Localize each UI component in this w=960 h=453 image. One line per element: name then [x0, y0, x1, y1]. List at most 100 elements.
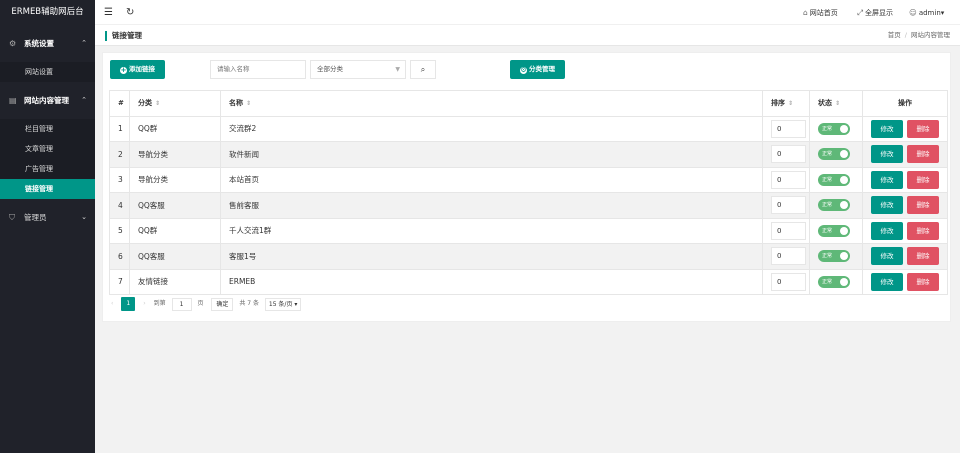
- edit-button[interactable]: 修改: [871, 170, 903, 189]
- row-index: 5: [109, 217, 130, 244]
- row-index: 4: [109, 192, 130, 219]
- current-page[interactable]: 1: [121, 297, 136, 311]
- chevron-up-icon: ⌃: [81, 96, 87, 104]
- sidebar-group-system-settings[interactable]: ⚙ 系统设置 ⌃: [0, 25, 95, 62]
- add-link-button[interactable]: + 添加链接: [110, 60, 165, 79]
- toggle-knob: [840, 150, 848, 159]
- delete-button[interactable]: 删除: [907, 196, 939, 215]
- gear-icon: ⚙: [9, 39, 17, 48]
- row-status-cell: 正常: [809, 243, 863, 270]
- edit-button[interactable]: 修改: [871, 221, 903, 240]
- page-size-select[interactable]: 15 条/页 ▾: [264, 297, 302, 311]
- sidebar: ERMEB辅助网后台 ⚙ 系统设置 ⌃ 网站设置 ▤ 网站内容管理 ⌃ 栏目管理…: [0, 0, 95, 453]
- delete-button[interactable]: 删除: [907, 221, 939, 240]
- breadcrumb-home[interactable]: 首页: [888, 31, 901, 39]
- status-toggle[interactable]: 正常: [818, 173, 850, 186]
- category-select-value: 全部分类: [317, 65, 343, 73]
- sort-icon[interactable]: ⇕: [155, 100, 160, 107]
- row-category: 友情链接: [129, 268, 221, 295]
- status-toggle[interactable]: 正常: [818, 250, 850, 263]
- site-home-link[interactable]: ⌂ 网站首页: [803, 0, 838, 25]
- column-header-name[interactable]: 名称 ⇕: [220, 90, 763, 117]
- breadcrumb-current: 网站内容管理: [911, 31, 950, 39]
- delete-button[interactable]: 删除: [907, 170, 939, 189]
- category-manage-label: 分类管理: [529, 65, 555, 73]
- delete-button[interactable]: 删除: [907, 272, 939, 291]
- sort-icon[interactable]: ⇕: [835, 100, 840, 107]
- row-actions: 修改 删除: [862, 192, 948, 219]
- sort-icon[interactable]: ⇕: [246, 100, 251, 107]
- edit-button[interactable]: 修改: [871, 272, 903, 291]
- status-toggle[interactable]: 正常: [818, 199, 850, 212]
- menu-toggle-icon[interactable]: ☰: [104, 0, 113, 25]
- status-toggle[interactable]: 正常: [818, 275, 850, 288]
- category-manage-button[interactable]: ⚙ 分类管理: [510, 60, 565, 79]
- table-row: 5 QQ群 千人交流1群 0 正常 修改 删除: [109, 217, 948, 244]
- sort-icon[interactable]: ⇕: [788, 100, 793, 107]
- sidebar-item-articles[interactable]: 文章管理: [0, 139, 95, 159]
- order-input[interactable]: 0: [771, 119, 806, 138]
- table-header-row: # 分类 ⇕ 名称 ⇕ 排序 ⇕ 状态 ⇕ 操作: [109, 90, 948, 117]
- sidebar-submenu-system: 网站设置: [0, 62, 95, 82]
- delete-button[interactable]: 删除: [907, 119, 939, 138]
- search-icon: ⌕: [420, 65, 426, 74]
- sidebar-item-site-settings[interactable]: 网站设置: [0, 62, 95, 82]
- page-title: 链接管理: [105, 31, 142, 41]
- row-status-cell: 正常: [809, 217, 863, 244]
- row-index: 6: [109, 243, 130, 270]
- toggle-knob: [840, 124, 848, 133]
- edit-button[interactable]: 修改: [871, 119, 903, 138]
- column-header-status[interactable]: 状态 ⇕: [809, 90, 863, 117]
- row-category: QQ客服: [129, 243, 221, 270]
- toggle-knob: [840, 252, 848, 261]
- order-input[interactable]: 0: [771, 221, 806, 240]
- order-input[interactable]: 0: [771, 272, 806, 291]
- edit-button[interactable]: 修改: [871, 145, 903, 164]
- column-header-label: 名称: [229, 99, 243, 108]
- sidebar-group-label: 管理员: [24, 213, 47, 222]
- sidebar-group-admin[interactable]: ⛉ 管理员 ⌄: [0, 199, 95, 236]
- column-header-label: 排序: [771, 99, 785, 108]
- column-header-category[interactable]: 分类 ⇕: [129, 90, 221, 117]
- plus-icon: +: [120, 66, 127, 74]
- goto-confirm-button[interactable]: 确定: [211, 297, 234, 311]
- order-input[interactable]: 0: [771, 196, 806, 215]
- row-name: 客服1号: [220, 243, 763, 270]
- table-row: 7 友情链接 ERMEB 0 正常 修改 删除: [109, 268, 948, 295]
- row-index: 2: [109, 141, 130, 168]
- user-menu[interactable]: ☺ admin▾: [909, 0, 944, 25]
- prev-page-icon[interactable]: ‹: [111, 297, 113, 311]
- home-icon: ⌂: [803, 8, 808, 17]
- delete-button[interactable]: 删除: [907, 247, 939, 266]
- status-toggle[interactable]: 正常: [818, 224, 850, 237]
- row-actions: 修改 删除: [862, 217, 948, 244]
- next-page-icon[interactable]: ›: [143, 297, 145, 311]
- caret-down-icon: ▾: [940, 9, 945, 17]
- fullscreen-button[interactable]: ⤢ 全屏显示: [857, 0, 893, 25]
- status-toggle[interactable]: 正常: [818, 148, 850, 161]
- order-input[interactable]: 0: [771, 247, 806, 266]
- row-category: QQ客服: [129, 192, 221, 219]
- order-input[interactable]: 0: [771, 170, 806, 189]
- status-toggle[interactable]: 正常: [818, 122, 850, 135]
- delete-button[interactable]: 删除: [907, 145, 939, 164]
- order-input[interactable]: 0: [771, 145, 806, 164]
- fullscreen-icon: ⤢: [857, 8, 863, 17]
- category-select[interactable]: 全部分类 ▼: [310, 60, 406, 79]
- edit-button[interactable]: 修改: [871, 247, 903, 266]
- column-header-order[interactable]: 排序 ⇕: [762, 90, 810, 117]
- toggle-knob: [840, 201, 848, 210]
- sidebar-item-columns[interactable]: 栏目管理: [0, 119, 95, 139]
- goto-page-input[interactable]: 1: [171, 297, 192, 311]
- sidebar-group-content-management[interactable]: ▤ 网站内容管理 ⌃: [0, 82, 95, 119]
- toggle-knob: [840, 175, 848, 184]
- sidebar-item-links[interactable]: 链接管理: [0, 179, 95, 199]
- edit-button[interactable]: 修改: [871, 196, 903, 215]
- search-button[interactable]: ⌕: [410, 60, 436, 79]
- table-row: 2 导航分类 软件新闻 0 正常 修改 删除: [109, 141, 948, 168]
- refresh-icon[interactable]: ↻: [126, 0, 134, 25]
- row-order-cell: 0: [762, 217, 810, 244]
- name-search-input[interactable]: [210, 60, 306, 79]
- sidebar-item-ads[interactable]: 广告管理: [0, 159, 95, 179]
- row-name: 软件新闻: [220, 141, 763, 168]
